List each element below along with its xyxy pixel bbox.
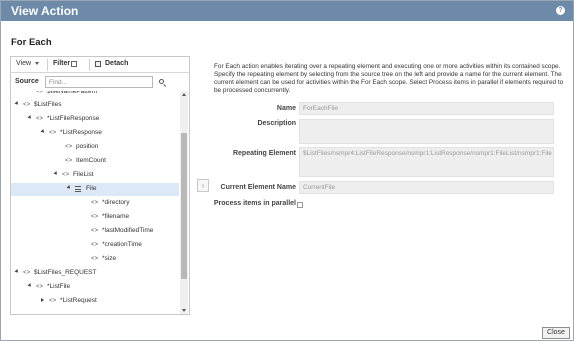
- section-title: For Each: [11, 37, 52, 48]
- filter-button[interactable]: Filter: [53, 60, 70, 67]
- element-icon: <>: [62, 171, 70, 178]
- element-icon: <>: [91, 199, 99, 206]
- tree-item[interactable]: <> *size: [11, 253, 179, 266]
- element-icon: <>: [36, 283, 44, 290]
- current-element-label: Current Element Name: [220, 184, 296, 191]
- expand-triangle-icon[interactable]: [53, 171, 59, 176]
- tree-item-label: $ListFiles_REQUEST: [34, 269, 97, 276]
- element-icon: <>: [36, 91, 44, 95]
- tree-item[interactable]: <> *directory: [11, 197, 179, 210]
- tree-item-label: *ListFile: [47, 283, 71, 290]
- chevron-right-icon: ›: [201, 181, 205, 190]
- toolbar-divider: [89, 59, 90, 71]
- repeating-element-field: $ListFiles/nsmpr4:ListFileResponse/nsmpr…: [299, 147, 554, 177]
- expand-triangle-icon[interactable]: [27, 115, 33, 120]
- tree-item-label: *ListFileResponse: [47, 115, 100, 122]
- description-label: Description: [257, 120, 296, 127]
- tree-item[interactable]: <> *filename: [11, 211, 179, 224]
- expand-triangle-icon[interactable]: [40, 129, 46, 134]
- tree-item-label: $fileNamePattern: [47, 91, 98, 95]
- tree-item[interactable]: <> $ListFiles_REQUEST: [11, 267, 179, 280]
- tree-item[interactable]: <> ItemCount: [11, 155, 179, 168]
- source-tree[interactable]: <> $fileNamePattern <> $ListFiles <> *ListFil…: [11, 91, 179, 314]
- tree-item-label: *ListResponse: [60, 129, 102, 136]
- tree-item[interactable]: <> *ListFileResponse: [11, 113, 179, 126]
- tree-item-label: *filename: [102, 213, 130, 220]
- source-label: Source: [15, 78, 39, 85]
- tree-item[interactable]: <> *ListFile: [11, 281, 179, 294]
- tree-item-label: *ListRequest: [60, 297, 97, 304]
- tree-item-label: *lastModifiedTime: [102, 227, 154, 234]
- repeating-list-icon: [75, 186, 81, 192]
- element-icon: <>: [65, 157, 73, 164]
- element-icon: <>: [36, 115, 44, 122]
- tree-item[interactable]: <> FileList: [11, 169, 179, 182]
- detach-button[interactable]: Detach: [105, 60, 128, 67]
- tree-item[interactable]: <> $fileNamePattern: [11, 91, 179, 99]
- tree-item-label: *creationTime: [102, 241, 142, 248]
- tree-item[interactable]: <> *lastModifiedTime: [11, 225, 179, 238]
- tree-item[interactable]: <> $ListFiles: [11, 99, 179, 112]
- element-icon: <>: [49, 129, 57, 136]
- scroll-down-icon[interactable]: [182, 309, 186, 312]
- tree-item[interactable]: <> *ListRequest: [11, 295, 179, 308]
- find-input[interactable]: [45, 76, 153, 88]
- expand-triangle-icon[interactable]: [66, 185, 72, 190]
- collapse-triangle-icon[interactable]: [41, 298, 44, 302]
- detach-icon[interactable]: [95, 61, 101, 67]
- description-field[interactable]: [299, 119, 554, 144]
- question-icon[interactable]: ?: [556, 6, 565, 15]
- toolbar-divider: [47, 59, 48, 71]
- tree-item-label: *size: [102, 255, 117, 262]
- move-right-button[interactable]: ›: [197, 179, 209, 192]
- chevron-down-icon[interactable]: [35, 62, 39, 65]
- scroll-up-icon[interactable]: [182, 93, 186, 96]
- source-toolbar: View Filter Detach: [11, 57, 189, 73]
- tree-item-label: $ListFiles: [34, 101, 62, 108]
- tree-item-label: *directory: [102, 199, 130, 206]
- description-text: For Each action enables iterating over a…: [214, 63, 564, 94]
- search-icon[interactable]: [159, 79, 164, 84]
- tree-item-label: FileList: [73, 171, 94, 178]
- title-bar: View Action ?: [1, 1, 573, 21]
- element-icon: <>: [91, 213, 99, 220]
- tree-item-label: File: [86, 185, 97, 192]
- tree-item-label: position: [76, 143, 99, 150]
- tree-item-label: ItemCount: [76, 157, 106, 164]
- element-icon: <>: [91, 255, 99, 262]
- name-label: Name: [276, 105, 296, 112]
- tree-item[interactable]: File: [11, 183, 179, 196]
- expand-triangle-icon[interactable]: [14, 101, 20, 106]
- element-icon: <>: [65, 143, 73, 150]
- tree-item[interactable]: <> *creationTime: [11, 239, 179, 252]
- tree-scrollbar[interactable]: [180, 91, 188, 314]
- element-icon: <>: [23, 101, 31, 108]
- expand-triangle-icon[interactable]: [27, 283, 33, 288]
- view-action-dialog: View Action ? For Each View Filter Detac…: [0, 0, 574, 341]
- view-menu-button[interactable]: View: [16, 60, 31, 67]
- element-icon: <>: [91, 227, 99, 234]
- element-icon: <>: [23, 269, 31, 276]
- tree-item[interactable]: <> position: [11, 141, 179, 154]
- source-search-row: Source: [11, 74, 189, 90]
- name-field[interactable]: ForEachFile: [299, 102, 554, 115]
- scroll-thumb[interactable]: [181, 133, 187, 279]
- parallel-checkbox[interactable]: [297, 202, 303, 208]
- source-panel: View Filter Detach Source <>$fileNamePat…: [10, 56, 190, 315]
- dialog-title: View Action: [11, 4, 79, 18]
- element-icon: <>: [91, 241, 99, 248]
- parallel-label: Process items in parallel: [213, 200, 296, 207]
- current-element-field[interactable]: CurrentFile: [299, 181, 554, 194]
- expand-triangle-icon[interactable]: [14, 269, 20, 274]
- close-button[interactable]: Close: [542, 327, 570, 339]
- filter-icon[interactable]: [71, 61, 77, 67]
- element-icon: <>: [49, 297, 57, 304]
- tree-item[interactable]: <> *ListResponse: [11, 127, 179, 140]
- repeating-element-label: Repeating Element: [232, 150, 296, 157]
